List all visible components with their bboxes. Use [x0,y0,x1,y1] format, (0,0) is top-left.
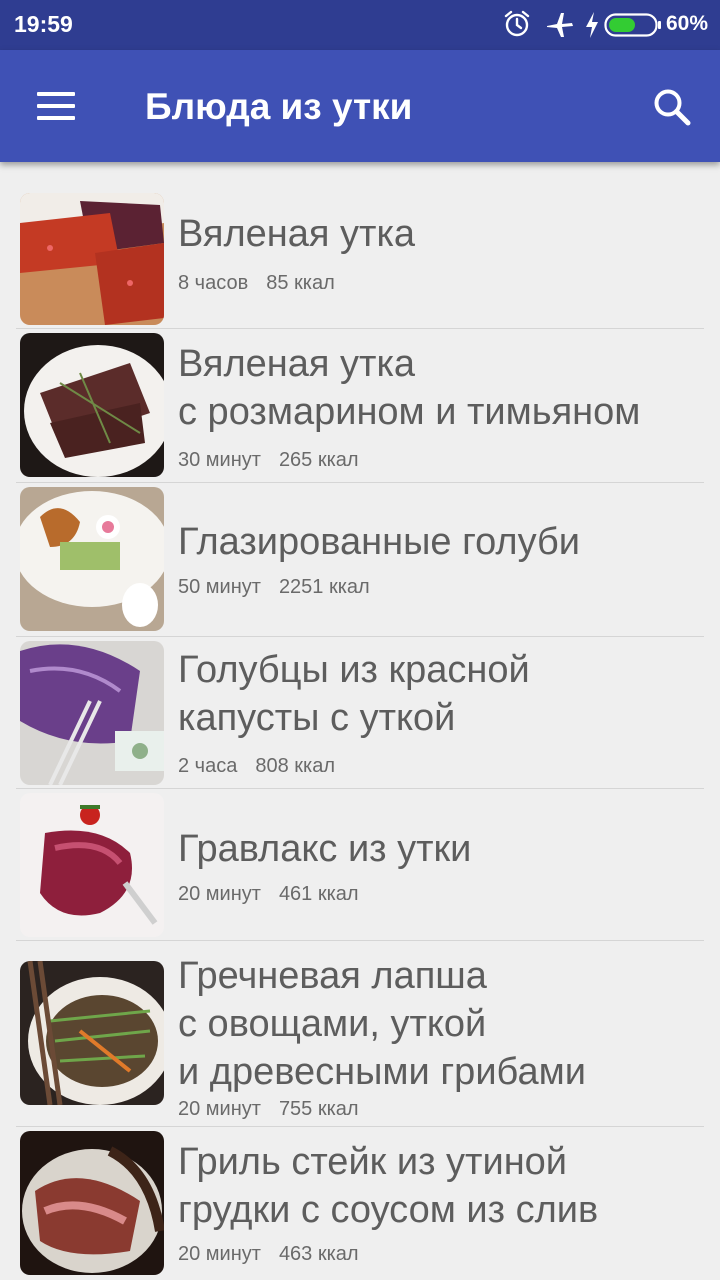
recipe-title: Вяленая утка с розмарином и тимьяном [178,340,698,436]
recipe-thumbnail [20,1131,164,1275]
recipe-item[interactable]: Вяленая утка 8 часов 85 ккал [16,190,704,329]
recipe-meta: 20 минут 461 ккал [178,883,359,906]
recipe-kcal: 808 ккал [255,755,336,777]
recipe-title-line: и древесными грибами [178,1051,586,1093]
recipe-title-line: Гриль стейк из утиной [178,1141,568,1183]
battery-level-fill [609,18,635,32]
recipe-item[interactable]: Гриль стейк из утиной грудки с соусом из… [16,1127,704,1280]
menu-button[interactable] [26,82,86,130]
recipe-thumbnail [20,793,164,937]
recipe-title: Голубцы из красной капусты с уткой [178,646,698,742]
recipe-title: Гравлакс из утки [178,825,698,873]
recipe-item[interactable]: Гречневая лапша с овощами, уткой и древе… [16,941,704,1127]
recipe-title-line: капусты с уткой [178,697,456,739]
app-bar: Блюда из утки [0,50,720,162]
recipe-kcal: 85 ккал [266,272,335,294]
status-bar: 19:59 60% [0,0,720,50]
recipe-meta: 20 минут 755 ккал [178,1098,359,1121]
recipe-kcal: 463 ккал [278,1243,359,1265]
recipe-title-line: с розмарином и тимьяном [178,391,641,433]
recipe-list: Вяленая утка 8 часов 85 ккал Вяленая утка… [0,162,720,1280]
page-title: Блюда из утки [145,86,413,127]
recipe-item[interactable]: Вяленая утка с розмарином и тимьяном 30 … [16,329,704,483]
recipe-title-line: Вяленая утка [178,213,416,255]
recipe-thumbnail [20,641,164,785]
hamburger-menu-icon [37,92,75,96]
recipe-time: 20 минут [178,883,261,905]
recipe-meta: 50 минут 2251 ккал [178,576,370,599]
recipe-title-line: Голубцы из красной [178,649,530,691]
hamburger-menu-icon-bar [37,104,75,108]
search-button[interactable] [640,78,704,138]
recipe-time: 20 минут [178,1098,261,1120]
recipe-time: 2 часа [178,755,238,777]
recipe-title-line: Глазированные голуби [178,521,581,563]
alarm-icon [503,10,531,43]
recipe-title-line: Вяленая утка [178,343,416,385]
recipe-thumbnail [20,193,164,325]
recipe-title: Вяленая утка [178,210,698,258]
charging-icon [584,10,600,45]
recipe-title: Глазированные голуби [178,518,698,566]
airplane-mode-icon [545,10,575,45]
recipe-title-line: с овощами, уткой [178,1003,487,1045]
recipe-title-line: Гречневая лапша [178,955,487,997]
recipe-kcal: 2251 ккал [278,576,370,598]
recipe-meta: 20 минут 463 ккал [178,1243,359,1266]
recipe-item[interactable]: Голубцы из красной капусты с уткой 2 час… [16,637,704,789]
recipe-thumbnail [20,333,164,477]
recipe-time: 30 минут [178,449,261,471]
hamburger-menu-icon-bar [37,116,75,120]
recipe-title-line: грудки с соусом из слив [178,1189,599,1231]
recipe-time: 20 минут [178,1243,261,1265]
recipe-meta: 2 часа 808 ккал [178,755,335,778]
recipe-thumbnail [20,961,164,1105]
recipe-time: 50 минут [178,576,261,598]
recipe-thumbnail [20,487,164,631]
recipe-title-line: Гравлакс из утки [178,828,472,870]
recipe-item[interactable]: Глазированные голуби 50 минут 2251 ккал [16,483,704,637]
recipe-kcal: 461 ккал [278,883,359,905]
recipe-kcal: 755 ккал [278,1098,359,1120]
recipe-meta: 30 минут 265 ккал [178,449,359,472]
recipe-meta: 8 часов 85 ккал [178,272,335,295]
recipe-time: 8 часов [178,272,249,294]
battery-icon [604,13,662,42]
recipe-item[interactable]: Гравлакс из утки 20 минут 461 ккал [16,789,704,941]
recipe-title: Гриль стейк из утиной грудки с соусом из… [178,1138,698,1234]
recipe-title: Гречневая лапша с овощами, уткой и древе… [178,952,698,1096]
battery-percent: 60% [665,12,708,35]
search-icon [654,89,691,126]
status-time: 19:59 [14,11,73,37]
recipe-kcal: 265 ккал [278,449,359,471]
